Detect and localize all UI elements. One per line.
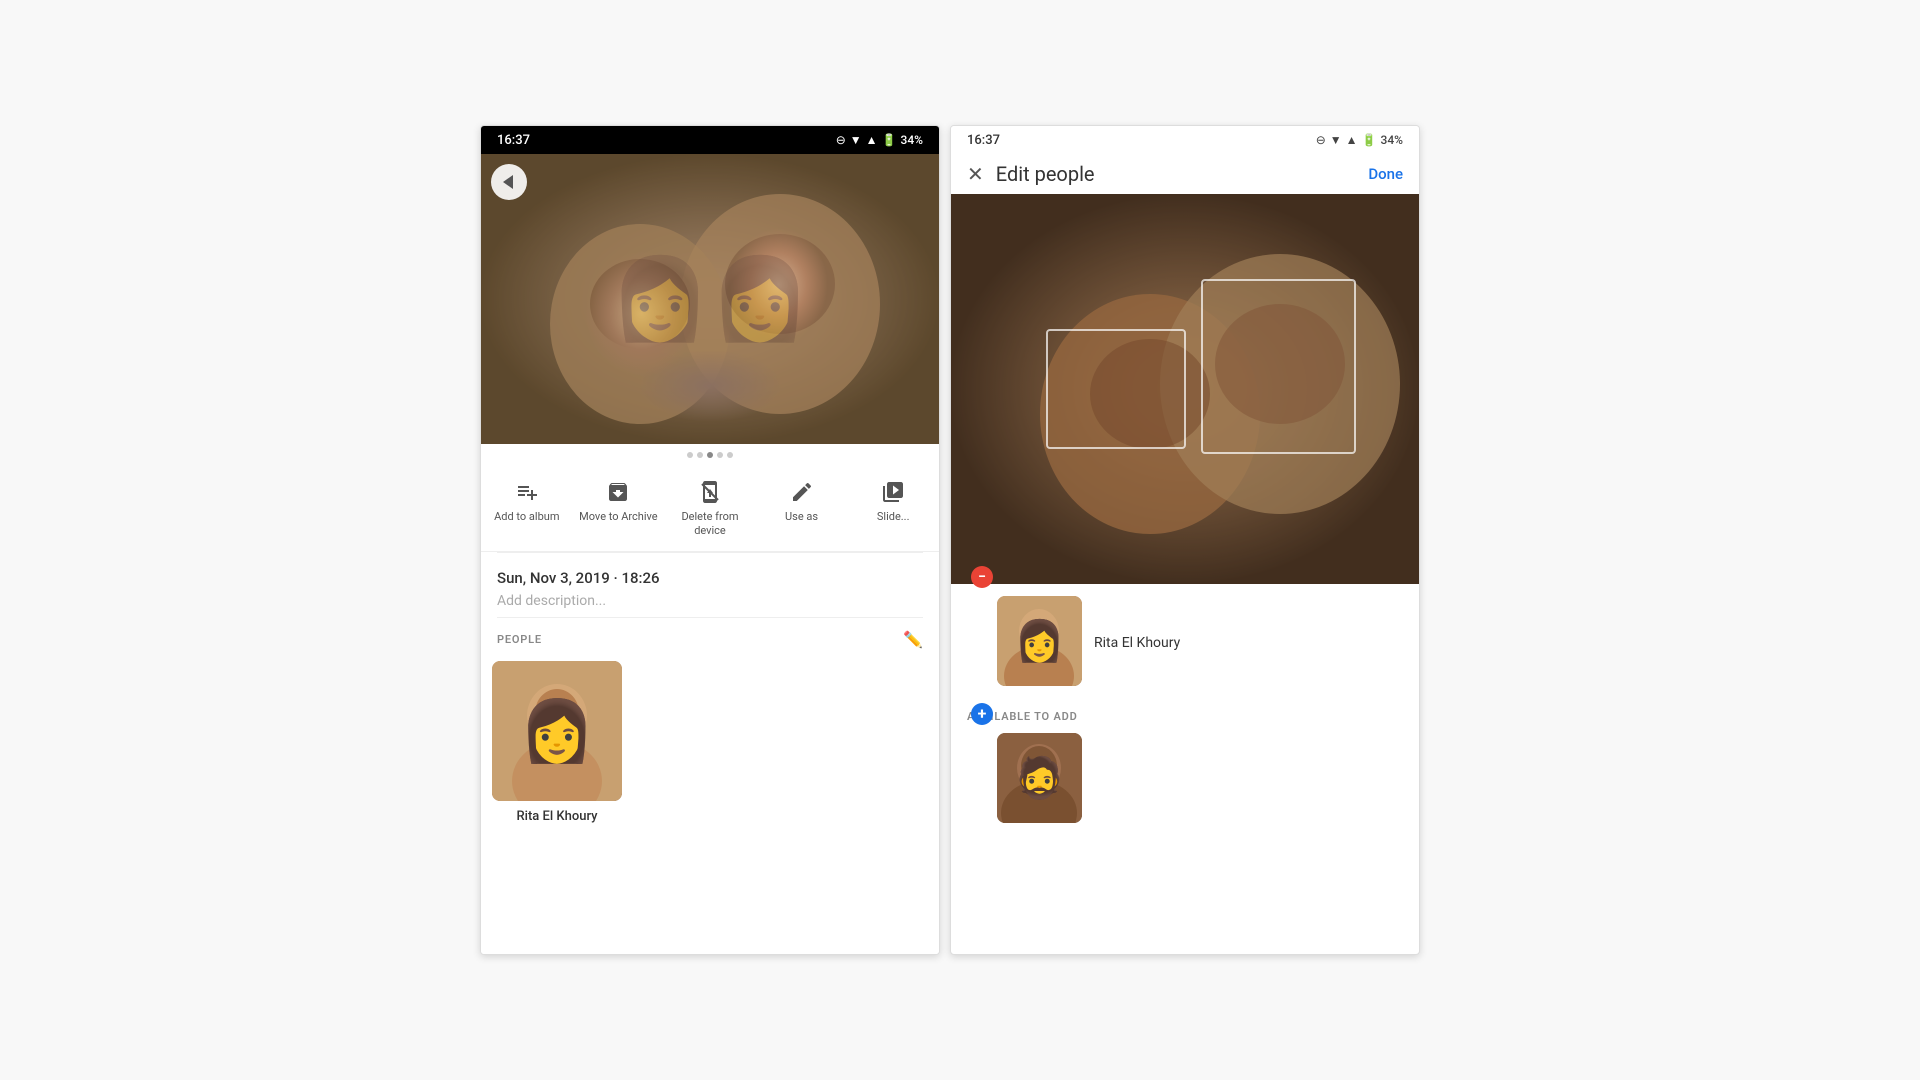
signal-icon: ▲ [866,133,878,147]
edit-people-icon[interactable]: ✏️ [903,630,923,649]
face-selection-box-1 [1046,329,1186,449]
right-person-thumb-rita [997,596,1082,686]
right-status-bar: 16:37 ⊖ ▼ ▲ 🔋 34% [951,126,1419,154]
add-to-album-label: Add to album [494,510,559,524]
person-name-rita: Rita El Khoury [516,809,597,824]
person-avatar-rita [492,661,622,801]
use-as-label: Use as [785,510,818,524]
move-to-archive-label: Move to Archive [579,510,658,524]
scroll-indicator [481,444,939,466]
right-battery-icon: 🔋 [1362,133,1377,147]
screens-container: 16:37 ⊖ ▼ ▲ 🔋 34% [480,125,1440,955]
people-section: PEOPLE ✏️ Rita El Khoury [481,618,939,954]
back-button[interactable] [491,164,527,200]
right-time: 16:37 [967,133,1000,148]
photo-description-placeholder[interactable]: Add description... [497,593,923,609]
remove-person-button[interactable]: − [971,566,993,588]
archive-icon [606,478,630,506]
current-person-row-rita: − Rita El Khoury [967,596,1403,686]
selfie-image [481,154,939,444]
right-status-icons: ⊖ ▼ ▲ 🔋 34% [1316,133,1403,147]
wifi-icon: ▼ [850,133,862,147]
back-arrow-icon [503,175,513,189]
move-to-archive-button[interactable]: Move to Archive [573,474,665,543]
scroll-dot-1 [687,452,693,458]
plus-icon: + [978,706,987,722]
person-card-rita[interactable]: Rita El Khoury [497,661,617,824]
photo-info-section: Sun, Nov 3, 2019 · 18:26 Add description… [481,553,939,617]
add-person-button[interactable]: + [971,703,993,725]
scroll-dot-4 [717,452,723,458]
right-battery-percent: 34% [1381,133,1403,147]
photo-display [481,154,939,444]
right-block-icon: ⊖ [1316,133,1326,147]
edit-people-header: ✕ Edit people Done [951,154,1419,194]
left-status-bar: 16:37 ⊖ ▼ ▲ 🔋 34% [481,126,939,154]
block-icon: ⊖ [836,133,846,147]
slideshow-label: Slide... [877,510,910,524]
left-time: 16:37 [497,133,530,148]
done-button[interactable]: Done [1368,165,1403,183]
minus-icon: − [978,570,986,584]
scroll-dot-5 [727,452,733,458]
left-panel-photo-detail: 16:37 ⊖ ▼ ▲ 🔋 34% [480,125,940,955]
add-person-row: + [967,733,1403,823]
right-signal-icon: ▲ [1346,133,1358,147]
right-person-name-rita: Rita El Khoury [1094,635,1180,651]
right-avatar-svg [997,596,1082,686]
available-avatar-svg [997,733,1082,823]
edit-photo-area [951,194,1419,584]
delete-from-device-label: Delete from device [666,510,754,539]
people-label: PEOPLE [497,633,542,646]
avatar-svg [492,661,622,801]
right-wifi-icon: ▼ [1330,133,1342,147]
current-people-list: − Rita El Khoury [951,584,1419,706]
available-label: AVAILABLE TO ADD [967,710,1403,723]
battery-icon: 🔋 [882,133,897,147]
add-to-album-icon [515,478,539,506]
scroll-dot-3 [707,452,713,458]
use-as-icon [790,478,814,506]
right-panel-edit-people: 16:37 ⊖ ▼ ▲ 🔋 34% ✕ Edit people Done [950,125,1420,955]
battery-percent: 34% [901,133,923,147]
photo-date: Sun, Nov 3, 2019 · 18:26 [497,569,923,587]
people-header: PEOPLE ✏️ [497,630,923,649]
close-button[interactable]: ✕ [967,162,984,186]
add-to-album-button[interactable]: Add to album [481,474,573,543]
slideshow-button[interactable]: Slide... [847,474,939,543]
edit-people-title: Edit people [996,162,1369,186]
edit-photo-bg [951,194,1419,584]
action-bar: Add to album Move to Archive Delete f [481,466,939,552]
delete-from-device-button[interactable]: Delete from device [664,474,756,543]
available-to-add-section: AVAILABLE TO ADD + [951,706,1419,835]
delete-device-icon [698,478,722,506]
photo-svg [481,154,939,444]
use-as-button[interactable]: Use as [756,474,848,543]
slideshow-icon [881,478,905,506]
scroll-dot-2 [697,452,703,458]
face-selection-box-2 [1201,279,1356,454]
right-person-info-rita: Rita El Khoury [1094,632,1180,651]
available-person-thumb [997,733,1082,823]
left-status-icons: ⊖ ▼ ▲ 🔋 34% [836,133,923,147]
